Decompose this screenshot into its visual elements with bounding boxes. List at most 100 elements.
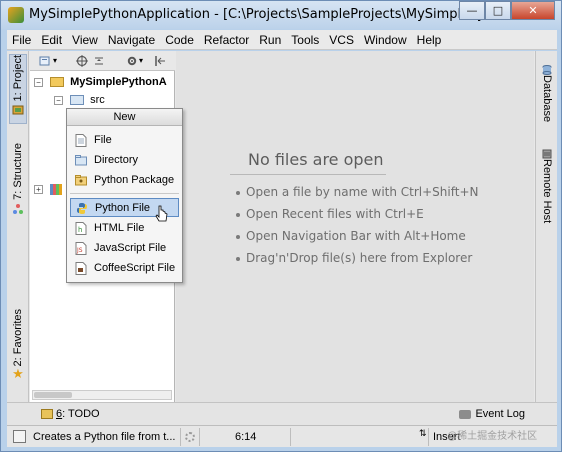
menu-item-coffeescript-file[interactable]: CoffeeScript File [70,259,179,278]
minimize-button[interactable]: — [459,1,485,20]
project-icon [12,105,24,115]
view-mode-dropdown-icon[interactable]: ▾ [53,55,65,67]
todo-icon [41,409,53,420]
menu-help[interactable]: Help [412,33,447,47]
caret-position[interactable]: 6:14 [235,429,275,445]
source-folder-icon [70,95,85,106]
hint-text: Open a file by name with Ctrl+Shift+N [246,185,479,199]
tab-remote-host[interactable]: Remote Host [539,149,555,223]
status-message: Creates a Python file from t... [33,431,176,443]
hint-item: Open Navigation Bar with Alt+Home [236,229,466,243]
toggle-tool-windows-icon[interactable] [13,430,26,443]
divider [180,428,181,446]
menu-item-label: HTML File [94,222,145,234]
menu-item-python-package[interactable]: Python Package [70,171,179,190]
hint-text: Drag'n'Drop file(s) here from Explorer [246,251,473,265]
menu-navigate[interactable]: Navigate [103,33,160,47]
hint-item: Open Recent files with Ctrl+E [236,207,424,221]
right-tool-stripe: Database Remote Host [535,51,557,402]
tab-todo[interactable]: 6: TODO [41,408,100,420]
divider [290,428,291,446]
svg-text:h: h [78,226,82,234]
project-horizontal-scrollbar[interactable] [32,390,172,400]
menu-view[interactable]: View [67,33,103,47]
popup-title: New [67,109,182,126]
bullet-icon [236,212,240,217]
structure-icon [13,203,23,214]
collapse-toggle[interactable]: − [34,77,43,87]
expand-toggle[interactable]: + [34,184,43,194]
coffeescript-file-icon [75,262,87,275]
gear-icon[interactable] [126,55,138,67]
progress-spinner-icon [185,432,195,442]
menu-tools[interactable]: Tools [286,33,324,47]
menu-edit[interactable]: Edit [36,33,67,47]
package-folder-icon [75,175,87,186]
project-toolbar: ▾ ▾ [30,51,175,71]
new-popup-menu: New File Directory Python Package Python… [66,108,183,283]
hint-text: Open Recent files with Ctrl+E [246,207,424,221]
javascript-file-icon: JS [75,242,87,255]
menu-item-javascript-file[interactable]: JS JavaScript File [70,239,179,258]
bullet-icon [236,256,240,261]
no-files-title: No files are open [248,150,384,169]
tab-structure-label: 7: Structure [12,143,24,200]
project-folder-icon [50,77,65,88]
pycharm-app-icon [8,7,24,23]
menu-item-file[interactable]: File [70,131,179,150]
menu-run[interactable]: Run [254,33,286,47]
title-bar[interactable]: MySimplePythonApplication - [C:\Projects… [1,1,561,29]
menu-separator [70,193,179,194]
menu-item-label: File [94,134,112,146]
watermark-text: @稀土掘金技术社区 [447,431,538,442]
line-separator-dropdown-icon[interactable]: ⇅ [419,429,427,439]
scroll-from-source-icon[interactable] [76,55,88,67]
file-icon [75,134,87,147]
collapse-toggle[interactable]: − [54,95,63,105]
hide-panel-icon[interactable] [154,55,166,67]
folder-icon [75,155,87,166]
tree-src-label: src [90,94,105,106]
ide-window: MySimplePythonApplication - [C:\Projects… [0,0,562,452]
menu-window[interactable]: Window [359,33,412,47]
menu-item-label: Directory [94,154,139,166]
tab-structure[interactable]: 7: Structure [9,143,27,223]
maximize-button[interactable]: □ [485,1,511,20]
close-button[interactable]: ✕ [511,1,555,20]
menu-code[interactable]: Code [160,33,199,47]
view-mode-icon[interactable] [39,55,51,67]
menu-refactor[interactable]: Refactor [199,33,254,47]
menu-item-label: JavaScript File [94,242,167,254]
settings-dropdown-icon[interactable]: ▾ [139,55,151,67]
tree-src-row[interactable]: − src [54,92,105,108]
scrollbar-thumb[interactable] [34,392,72,398]
tab-event-log[interactable]: Event Log [459,408,525,420]
menu-vcs[interactable]: VCS [324,33,359,47]
tree-root-label: MySimplePythonA [70,76,167,88]
menu-item-label: Python Package [94,174,175,186]
database-icon [542,65,552,75]
menu-file[interactable]: File [7,33,36,47]
tab-favorites[interactable]: 2: Favorites ★ [9,309,27,389]
event-log-icon [459,409,472,419]
python-icon [77,203,87,214]
tab-project-label: 1: Project [12,55,24,102]
tree-external-libraries-row[interactable]: + [34,181,63,197]
tab-project[interactable]: 1: Project [9,54,27,124]
mouse-cursor-icon [155,205,168,222]
status-bar: Creates a Python file from t... 6:14 ⇅ I… [7,425,557,447]
editor-area: No files are open Open a file by name wi… [176,51,534,402]
hint-text: Open Navigation Bar with Alt+Home [246,229,466,243]
libraries-icon [50,183,63,195]
divider [428,428,429,446]
tab-database[interactable]: Database [539,65,555,122]
tab-database-label: Database [541,75,553,123]
menu-bar: File Edit View Navigate Code Refactor Ru… [7,30,557,50]
html-file-icon: h [75,222,87,235]
left-tool-stripe: 1: Project 7: Structure 2: Favorites ★ [7,51,29,402]
collapse-all-icon[interactable] [93,55,105,67]
divider [199,428,200,446]
tree-root-row[interactable]: − MySimplePythonA [34,74,167,90]
server-icon [542,149,552,159]
menu-item-directory[interactable]: Directory [70,151,179,170]
